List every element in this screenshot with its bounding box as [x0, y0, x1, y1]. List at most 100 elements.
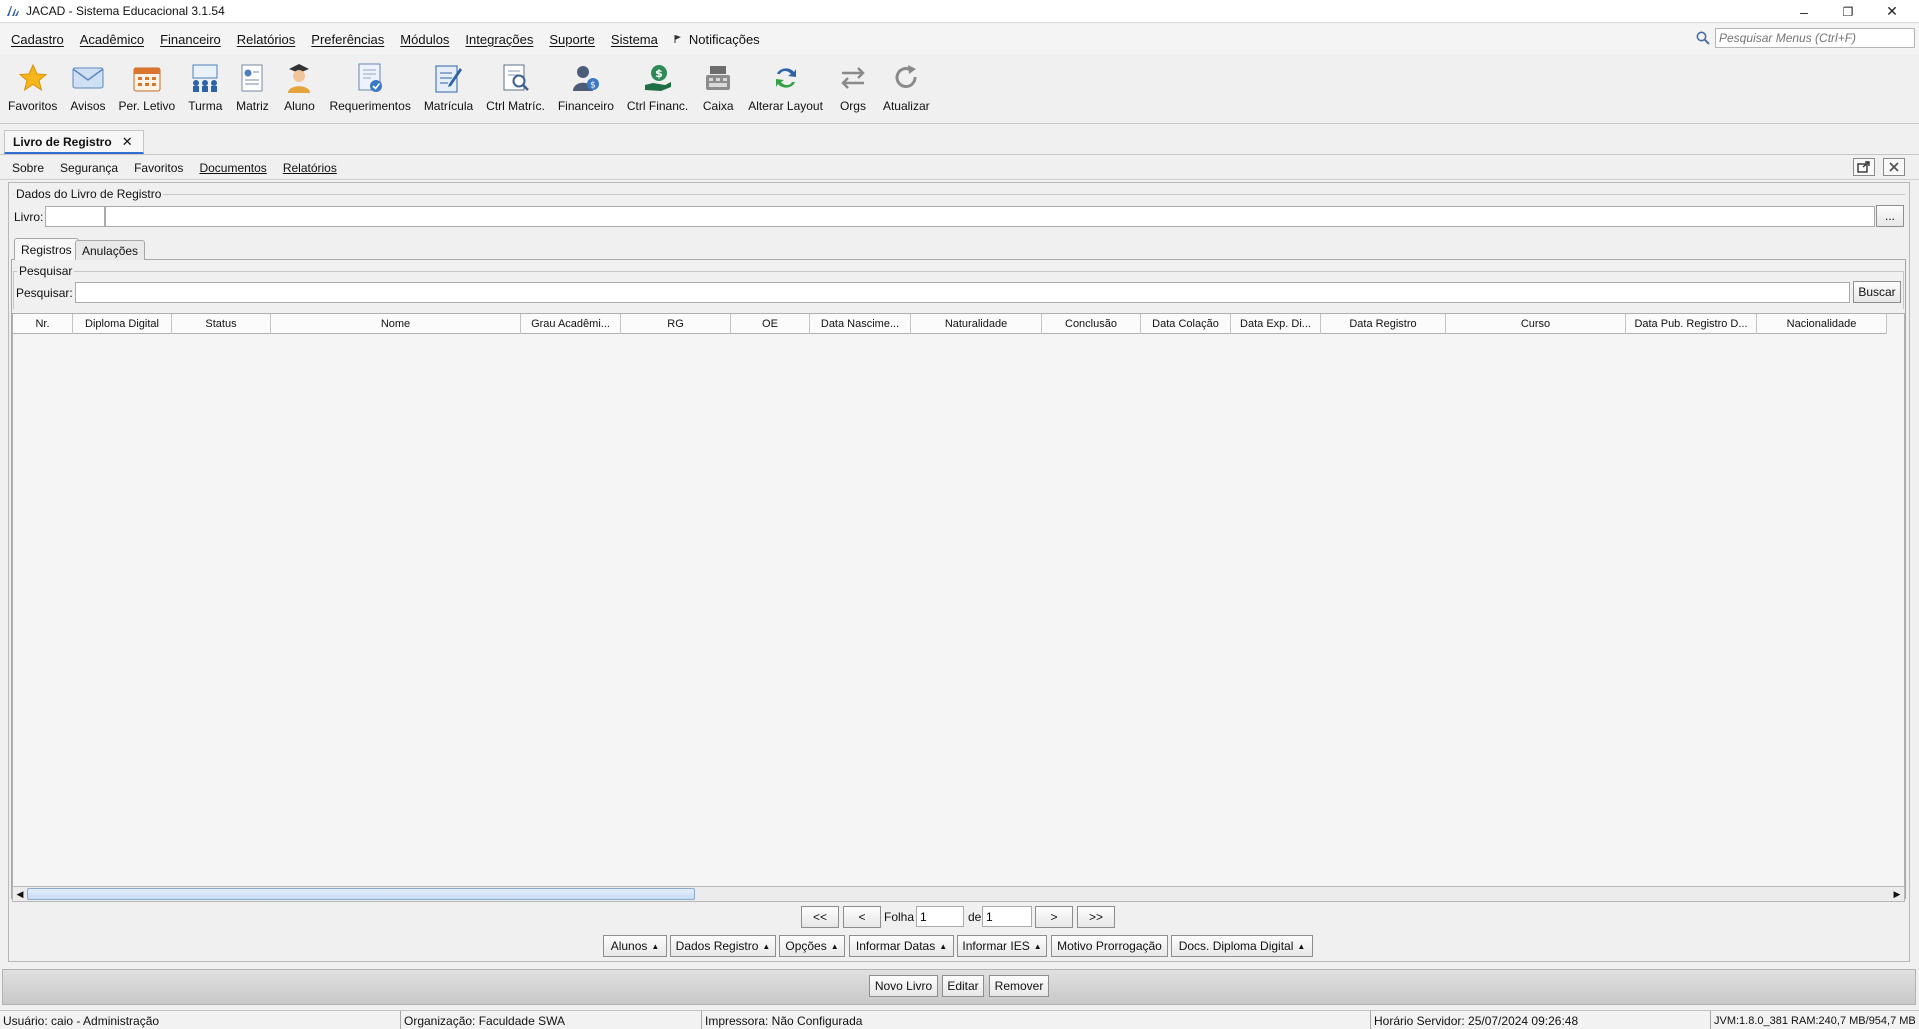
window-title: JACAD - Sistema Educacional 3.1.54 [26, 4, 225, 18]
docs-diploma-digital-menu-button[interactable]: Docs. Diploma Digital ▲ [1171, 935, 1313, 957]
browse-livro-button[interactable]: ... [1876, 205, 1904, 227]
opcoes-menu-button[interactable]: Opções ▲ [779, 935, 845, 957]
submenu-sobre[interactable]: Sobre [12, 161, 44, 175]
detach-window-button[interactable] [1853, 158, 1875, 176]
submenu-seguranca[interactable]: Segurança [60, 161, 118, 175]
livro-description-field[interactable] [105, 206, 1875, 227]
envelope-icon [72, 67, 104, 89]
menu-preferencias[interactable]: Preferências [311, 32, 384, 47]
informar-ies-menu-button[interactable]: Informar IES ▲ [957, 935, 1047, 957]
previous-page-button[interactable]: < [843, 906, 881, 928]
scrollbar-thumb[interactable] [27, 888, 695, 900]
toolbar-ctrl-financ-button[interactable]: $ Ctrl Financ. [627, 54, 688, 113]
menu-relatorios[interactable]: Relatórios [237, 32, 296, 47]
column-header-naturalidade[interactable]: Naturalidade [911, 314, 1042, 334]
money-hand-icon: $ [644, 65, 671, 91]
column-header-status[interactable]: Status [172, 314, 271, 334]
menu-modulos[interactable]: Módulos [400, 32, 449, 47]
alunos-label: Alunos [610, 939, 648, 953]
status-jvm: JVM:1.8.0_381 RAM:240,7 MB/954,7 MB [1714, 1014, 1916, 1027]
informar-datas-menu-button[interactable]: Informar Datas ▲ [849, 935, 954, 957]
informar-datas-label: Informar Datas [855, 939, 936, 953]
livro-description-input[interactable] [106, 207, 1874, 226]
tab-livro-de-registro[interactable]: Livro de Registro ✕ [4, 130, 144, 154]
close-tab-icon[interactable]: ✕ [122, 134, 133, 150]
tab-anulacoes[interactable]: Anulações [75, 240, 146, 260]
tab-registros[interactable]: Registros [14, 238, 79, 260]
menu-suporte[interactable]: Suporte [549, 32, 595, 47]
column-header-conclusao[interactable]: Conclusão [1042, 314, 1141, 334]
column-header-curso[interactable]: Curso [1446, 314, 1626, 334]
livro-code-field[interactable] [45, 206, 105, 227]
search-field[interactable] [75, 282, 1850, 303]
editar-button[interactable]: Editar [942, 975, 984, 997]
column-header-rg[interactable]: RG [621, 314, 731, 334]
column-header-diploma-digital[interactable]: Diploma Digital [73, 314, 172, 334]
motivo-prorrogacao-button[interactable]: Motivo Prorrogação [1051, 935, 1168, 957]
last-page-button[interactable]: >> [1077, 906, 1115, 928]
status-server-time: Horário Servidor: 25/07/2024 09:26:48 [1371, 1011, 1711, 1029]
submenu-documentos[interactable]: Documentos [199, 161, 266, 175]
menu-integracoes[interactable]: Integrações [465, 32, 533, 47]
first-page-button[interactable]: << [801, 906, 839, 928]
toolbar-avisos-button[interactable]: Avisos [70, 54, 106, 113]
caret-up-icon: ▲ [651, 941, 660, 951]
tab-label: Livro de Registro [13, 134, 112, 149]
menu-academico[interactable]: Acadêmico [80, 32, 144, 47]
page-number-input[interactable] [917, 907, 963, 926]
column-header-data-nascimento[interactable]: Data Nascime... [810, 314, 911, 334]
column-header-nacionalidade[interactable]: Nacionalidade [1757, 314, 1887, 334]
remover-button[interactable]: Remover [989, 975, 1049, 997]
menu-sistema[interactable]: Sistema [611, 32, 658, 47]
scroll-right-icon[interactable]: ▶ [1890, 887, 1904, 901]
column-header-nr[interactable]: Nr. [13, 314, 73, 334]
dados-registro-menu-button[interactable]: Dados Registro ▲ [670, 935, 776, 957]
enrollment-search-icon [503, 64, 529, 91]
toolbar-requerimentos-button[interactable]: Requerimentos [329, 54, 411, 113]
menu-cadastro[interactable]: Cadastro [11, 32, 64, 47]
toolbar-matriz-button[interactable]: Matriz [235, 54, 269, 113]
submenu-relatorios[interactable]: Relatórios [283, 161, 337, 175]
column-header-data-colacao[interactable]: Data Colação [1141, 314, 1231, 334]
menu-search-box[interactable] [1715, 28, 1915, 48]
toolbar-per-letivo-button[interactable]: Per. Letivo [119, 54, 175, 113]
close-frame-button[interactable] [1883, 158, 1905, 176]
livro-code-input[interactable] [46, 207, 104, 226]
column-header-nome[interactable]: Nome [271, 314, 521, 334]
table-horizontal-scrollbar[interactable]: ◀ ▶ [12, 886, 1905, 902]
column-header-data-registro[interactable]: Data Registro [1321, 314, 1446, 334]
menu-search-input[interactable] [1716, 29, 1914, 47]
column-header-grau-academico[interactable]: Grau Acadêmi... [521, 314, 621, 334]
toolbar-ctrl-matric-button[interactable]: Ctrl Matríc. [486, 54, 545, 113]
finance-person-icon: $ [572, 66, 599, 91]
column-header-data-exp-diploma[interactable]: Data Exp. Di... [1231, 314, 1321, 334]
toolbar-caixa-button[interactable]: Caixa [701, 54, 735, 113]
scroll-left-icon[interactable]: ◀ [13, 887, 27, 901]
caret-up-icon: ▲ [1297, 941, 1306, 951]
toolbar-alterar-layout-button[interactable]: Alterar Layout [748, 54, 823, 113]
toolbar-favoritos-button[interactable]: Favoritos [8, 54, 57, 113]
novo-livro-button[interactable]: Novo Livro [869, 975, 938, 997]
menu-notificacoes[interactable]: Notificações [673, 32, 760, 47]
toolbar-orgs-button[interactable]: Orgs [836, 54, 870, 113]
column-header-data-pub-registro[interactable]: Data Pub. Registro D... [1626, 314, 1757, 334]
next-page-button[interactable]: > [1035, 906, 1073, 928]
toolbar-matricula-button[interactable]: Matrícula [424, 54, 473, 113]
column-header-oe[interactable]: OE [731, 314, 810, 334]
restore-button[interactable]: ❐ [1826, 0, 1870, 23]
request-document-icon [358, 63, 383, 92]
alunos-menu-button[interactable]: Alunos ▲ [603, 935, 667, 957]
toolbar-atualizar-button[interactable]: Atualizar [883, 54, 930, 113]
submenu-favoritos[interactable]: Favoritos [134, 161, 183, 175]
toolbar-aluno-button[interactable]: Aluno [282, 54, 316, 113]
buscar-button[interactable]: Buscar [1853, 281, 1901, 303]
minimize-button[interactable]: – [1782, 0, 1826, 23]
search-input[interactable] [76, 283, 1849, 302]
status-printer: Impressora: Não Configurada [702, 1011, 1371, 1029]
toolbar-turma-button[interactable]: Turma [188, 54, 222, 113]
close-window-button[interactable]: ✕ [1870, 0, 1914, 23]
notifications-label: Notificações [688, 31, 760, 47]
menu-financeiro[interactable]: Financeiro [160, 32, 221, 47]
page-number-field[interactable] [916, 906, 964, 927]
toolbar-financeiro-button[interactable]: $ Financeiro [558, 54, 614, 113]
